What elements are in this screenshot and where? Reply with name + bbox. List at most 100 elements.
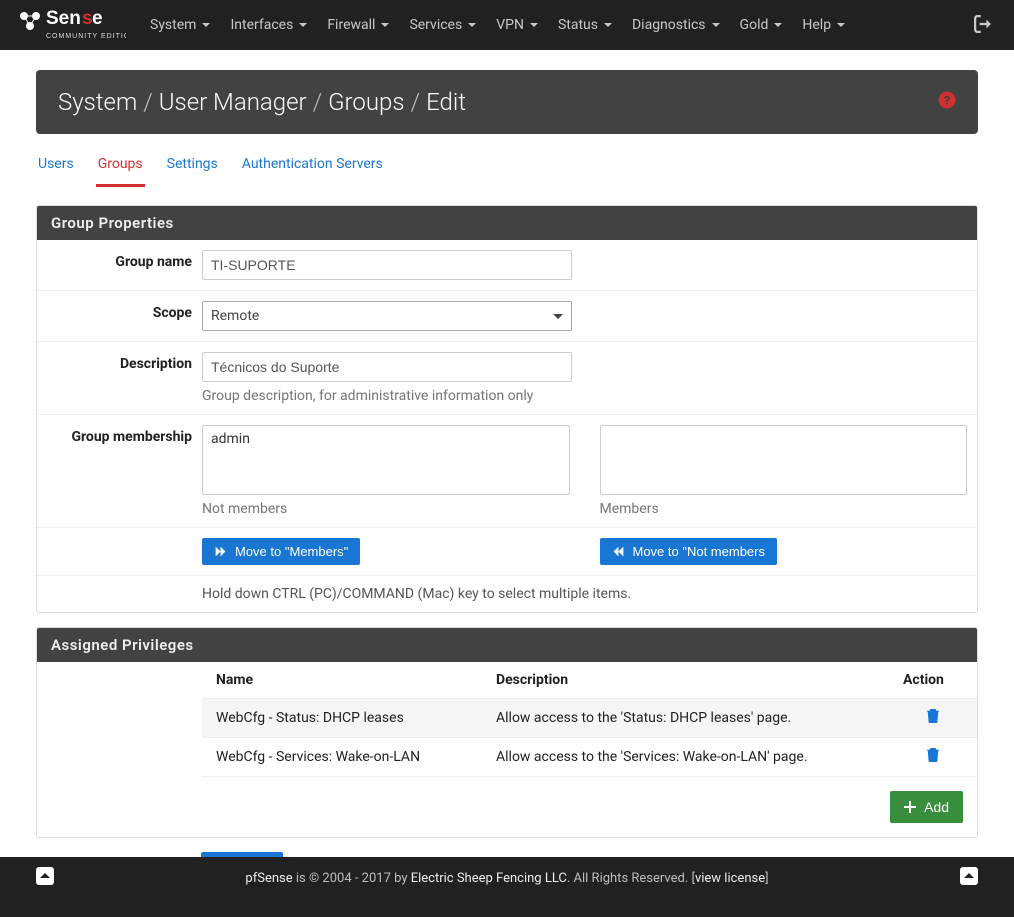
nav-menu: System Interfaces Firewall Services VPN …	[140, 2, 855, 48]
caret-down-icon	[604, 23, 612, 27]
footer-text: pfSense is © 2004 - 2017 by Electric She…	[245, 871, 768, 886]
button-label: Add	[924, 799, 949, 815]
caret-down-icon	[530, 23, 538, 27]
not-members-listbox[interactable]: admin	[202, 425, 570, 495]
assigned-privileges-panel: Assigned Privileges Name Description Act…	[36, 627, 978, 838]
footer-company-link[interactable]: Electric Sheep Fencing LLC	[411, 871, 567, 886]
nav-item-firewall[interactable]: Firewall	[317, 2, 399, 48]
tab-bar: Users Groups Settings Authentication Ser…	[36, 148, 978, 187]
tab-settings[interactable]: Settings	[165, 148, 220, 187]
panel-title: Group Properties	[37, 206, 977, 240]
nav-item-diagnostics[interactable]: Diagnostics	[622, 2, 730, 48]
view-license-link[interactable]: view license	[695, 871, 765, 886]
svg-text:s: s	[82, 8, 93, 29]
caret-down-icon	[712, 23, 720, 27]
breadcrumb-part: Edit	[426, 88, 466, 116]
triangle-down-icon	[553, 314, 563, 319]
delete-privilege-button[interactable]	[926, 748, 940, 766]
angle-double-right-icon	[214, 545, 227, 558]
column-header-description: Description	[496, 672, 903, 688]
nav-label: Services	[409, 17, 462, 33]
caret-down-icon	[202, 23, 210, 27]
button-label: Move to "Not members	[633, 544, 766, 559]
breadcrumb-part[interactable]: System	[58, 88, 137, 116]
caret-down-icon	[837, 23, 845, 27]
svg-text:?: ?	[944, 94, 950, 108]
nav-item-interfaces[interactable]: Interfaces	[220, 2, 317, 48]
nav-item-services[interactable]: Services	[399, 2, 486, 48]
sign-out-icon	[974, 15, 992, 33]
nav-label: VPN	[496, 17, 524, 33]
tab-users[interactable]: Users	[36, 148, 76, 187]
add-privilege-button[interactable]: Add	[890, 791, 963, 823]
delete-privilege-button[interactable]	[926, 709, 940, 727]
description-label: Description	[37, 342, 202, 414]
membership-help-text: Hold down CTRL (PC)/COMMAND (Mac) key to…	[202, 586, 963, 602]
nav-item-vpn[interactable]: VPN	[486, 2, 548, 48]
table-row: WebCfg - Services: Wake-on-LAN Allow acc…	[202, 738, 977, 777]
privileges-table: Name Description Action WebCfg - Status:…	[202, 662, 977, 777]
nav-item-system[interactable]: System	[140, 2, 220, 48]
priv-description: Allow access to the 'Services: Wake-on-L…	[496, 749, 903, 765]
chevron-up-icon	[964, 871, 974, 881]
nav-label: Interfaces	[230, 17, 293, 33]
page-help-button[interactable]: ?	[938, 91, 956, 114]
nav-label: Firewall	[327, 17, 375, 33]
nav-item-help[interactable]: Help	[792, 2, 855, 48]
brand-logo[interactable]: Sen s e COMMUNITY EDITION	[16, 6, 126, 44]
breadcrumb: System / User Manager / Groups / Edit	[58, 88, 466, 116]
logout-button[interactable]	[974, 15, 992, 37]
nav-label: Diagnostics	[632, 17, 706, 33]
move-to-notmembers-button[interactable]: Move to "Not members	[600, 538, 778, 565]
trash-icon	[926, 709, 940, 723]
group-name-input[interactable]	[202, 250, 572, 280]
scope-select[interactable]: Remote	[202, 301, 572, 331]
svg-text:e: e	[92, 8, 103, 29]
list-option[interactable]: admin	[207, 430, 565, 448]
scroll-to-top-button[interactable]	[36, 867, 54, 885]
caret-down-icon	[774, 23, 782, 27]
svg-text:Sen: Sen	[46, 8, 81, 29]
chevron-up-icon	[40, 871, 50, 881]
nav-item-gold[interactable]: Gold	[730, 2, 793, 48]
tab-auth-servers[interactable]: Authentication Servers	[240, 148, 385, 187]
plus-icon	[904, 801, 916, 813]
nav-label: Status	[558, 17, 598, 33]
page-header: System / User Manager / Groups / Edit ?	[36, 70, 978, 134]
column-header-action: Action	[903, 672, 963, 688]
priv-description: Allow access to the 'Status: DHCP leases…	[496, 710, 903, 726]
description-help-text: Group description, for administrative in…	[202, 388, 963, 404]
button-label: Move to "Members"	[235, 544, 348, 559]
move-to-members-button[interactable]: Move to "Members"	[202, 538, 360, 565]
table-row: WebCfg - Status: DHCP leases Allow acces…	[202, 699, 977, 738]
caret-down-icon	[468, 23, 476, 27]
nav-label: Gold	[740, 17, 769, 33]
nav-item-status[interactable]: Status	[548, 2, 622, 48]
page-footer: pfSense is © 2004 - 2017 by Electric She…	[0, 857, 1014, 917]
svg-text:COMMUNITY EDITION: COMMUNITY EDITION	[46, 33, 126, 40]
nav-label: Help	[802, 17, 831, 33]
not-members-caption: Not members	[202, 501, 570, 517]
breadcrumb-part[interactable]: User Manager	[159, 88, 307, 116]
priv-name: WebCfg - Services: Wake-on-LAN	[216, 749, 496, 765]
members-listbox[interactable]	[600, 425, 968, 495]
footer-brand-link[interactable]: pfSense	[245, 871, 292, 886]
angle-double-left-icon	[612, 545, 625, 558]
breadcrumb-part[interactable]: Groups	[328, 88, 404, 116]
table-header-row: Name Description Action	[202, 662, 977, 699]
membership-label: Group membership	[37, 415, 202, 527]
column-header-name: Name	[216, 672, 496, 688]
caret-down-icon	[299, 23, 307, 27]
members-caption: Members	[600, 501, 968, 517]
page-content: System / User Manager / Groups / Edit ? …	[0, 50, 1014, 912]
caret-down-icon	[381, 23, 389, 27]
breadcrumb-separator: /	[143, 88, 153, 116]
nav-label: System	[150, 17, 196, 33]
panel-title: Assigned Privileges	[37, 628, 977, 662]
tab-groups[interactable]: Groups	[96, 148, 145, 187]
scope-label: Scope	[37, 291, 202, 341]
description-input[interactable]	[202, 352, 572, 382]
trash-icon	[926, 748, 940, 762]
help-circle-icon: ?	[938, 91, 956, 109]
scroll-to-top-button[interactable]	[960, 867, 978, 885]
